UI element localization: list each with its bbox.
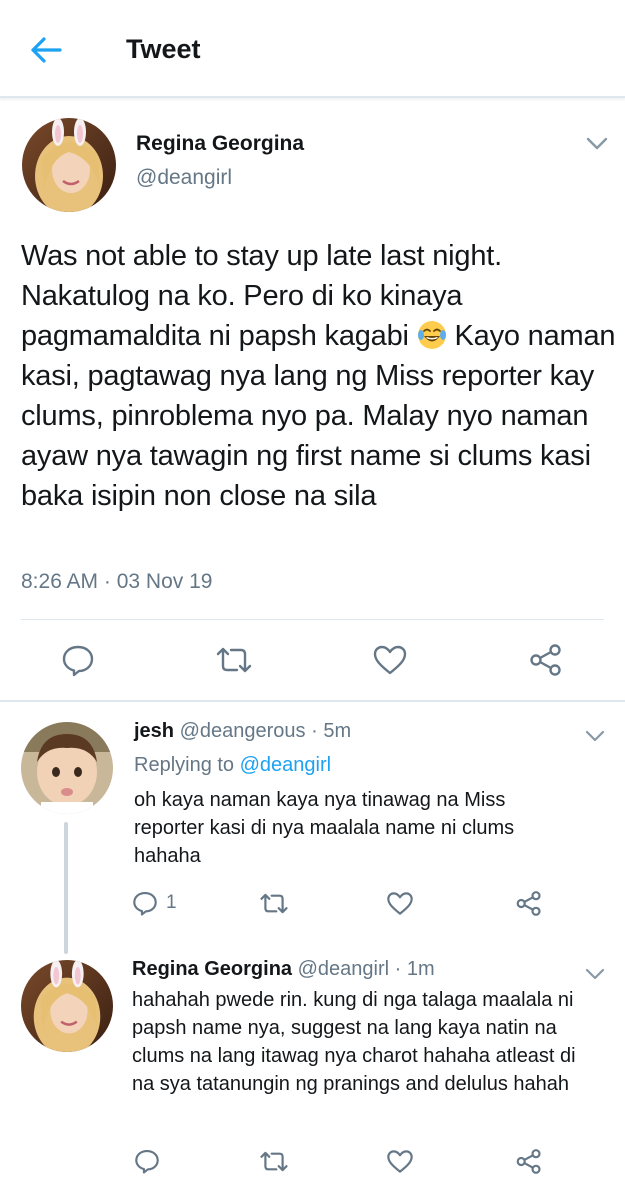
share-icon xyxy=(516,1148,541,1174)
reply-handle-time[interactable]: @deangerous · 5m xyxy=(180,720,352,742)
reply-author-name[interactable]: Regina Georgina xyxy=(132,958,292,980)
reply-header: Regina Georgina @deangirl · 1m xyxy=(132,958,435,981)
reply-text: hahahah pwede rin. kung di nga talaga ma… xyxy=(132,989,576,1095)
share-icon xyxy=(530,644,561,676)
chevron-down-icon xyxy=(586,137,608,150)
author-handle[interactable]: @deangirl xyxy=(136,166,232,190)
reply-count: 1 xyxy=(166,892,177,913)
tweet-menu-button[interactable] xyxy=(584,134,610,154)
reply-icon xyxy=(62,645,94,677)
replying-label: Replying to xyxy=(134,754,235,776)
like-icon xyxy=(387,1149,413,1173)
reply-handle-time[interactable]: @deangirl · 1m xyxy=(298,958,435,980)
divider xyxy=(0,700,625,702)
share-button[interactable] xyxy=(513,1146,545,1176)
retweet-icon xyxy=(216,647,252,673)
retweet-button[interactable] xyxy=(258,1146,290,1176)
reply-icon xyxy=(135,1149,159,1174)
back-button[interactable] xyxy=(24,28,68,72)
chevron-down-icon xyxy=(585,730,605,741)
divider xyxy=(21,619,604,620)
avatar[interactable] xyxy=(21,960,113,1052)
reply-text: oh kaya naman kaya nya tinawag na Miss r… xyxy=(134,789,515,867)
retweet-button[interactable] xyxy=(258,888,290,918)
top-app-bar: Tweet xyxy=(0,0,625,98)
share-button[interactable] xyxy=(526,640,566,680)
tweet-menu-button[interactable] xyxy=(582,964,608,984)
share-icon xyxy=(516,890,541,916)
replying-to: Replying to @deangirl xyxy=(134,754,331,777)
retweet-button[interactable] xyxy=(214,640,254,680)
tweet-menu-button[interactable] xyxy=(582,726,608,746)
retweet-icon xyxy=(260,1151,288,1171)
mention-link[interactable]: @deangirl xyxy=(240,754,331,776)
like-icon xyxy=(387,891,413,915)
share-button[interactable] xyxy=(513,888,545,918)
retweet-icon xyxy=(260,893,288,913)
thread-connector xyxy=(64,822,68,954)
reply-button[interactable] xyxy=(58,640,98,680)
face-with-tears-of-joy-icon xyxy=(417,320,447,350)
like-icon xyxy=(373,645,407,675)
arrow-left-icon xyxy=(31,37,62,63)
avatar[interactable] xyxy=(21,722,113,814)
reply-button[interactable]: 1 xyxy=(132,888,177,918)
tweet-text: Was not able to stay up late last night.… xyxy=(21,236,621,516)
author-name[interactable]: Regina Georgina xyxy=(136,132,304,156)
chevron-down-icon xyxy=(585,968,605,979)
like-button[interactable] xyxy=(384,888,416,918)
reply-author-name[interactable]: jesh xyxy=(134,720,174,742)
like-button[interactable] xyxy=(370,640,410,680)
page-title: Tweet xyxy=(126,34,201,64)
like-button[interactable] xyxy=(384,1146,416,1176)
reply-header: jesh @deangerous · 5m xyxy=(134,720,351,743)
avatar[interactable] xyxy=(22,118,116,212)
tweet-timestamp[interactable]: 8:26 AM · 03 Nov 19 xyxy=(21,570,212,594)
reply-button[interactable] xyxy=(132,1146,162,1176)
reply-icon xyxy=(133,891,157,916)
